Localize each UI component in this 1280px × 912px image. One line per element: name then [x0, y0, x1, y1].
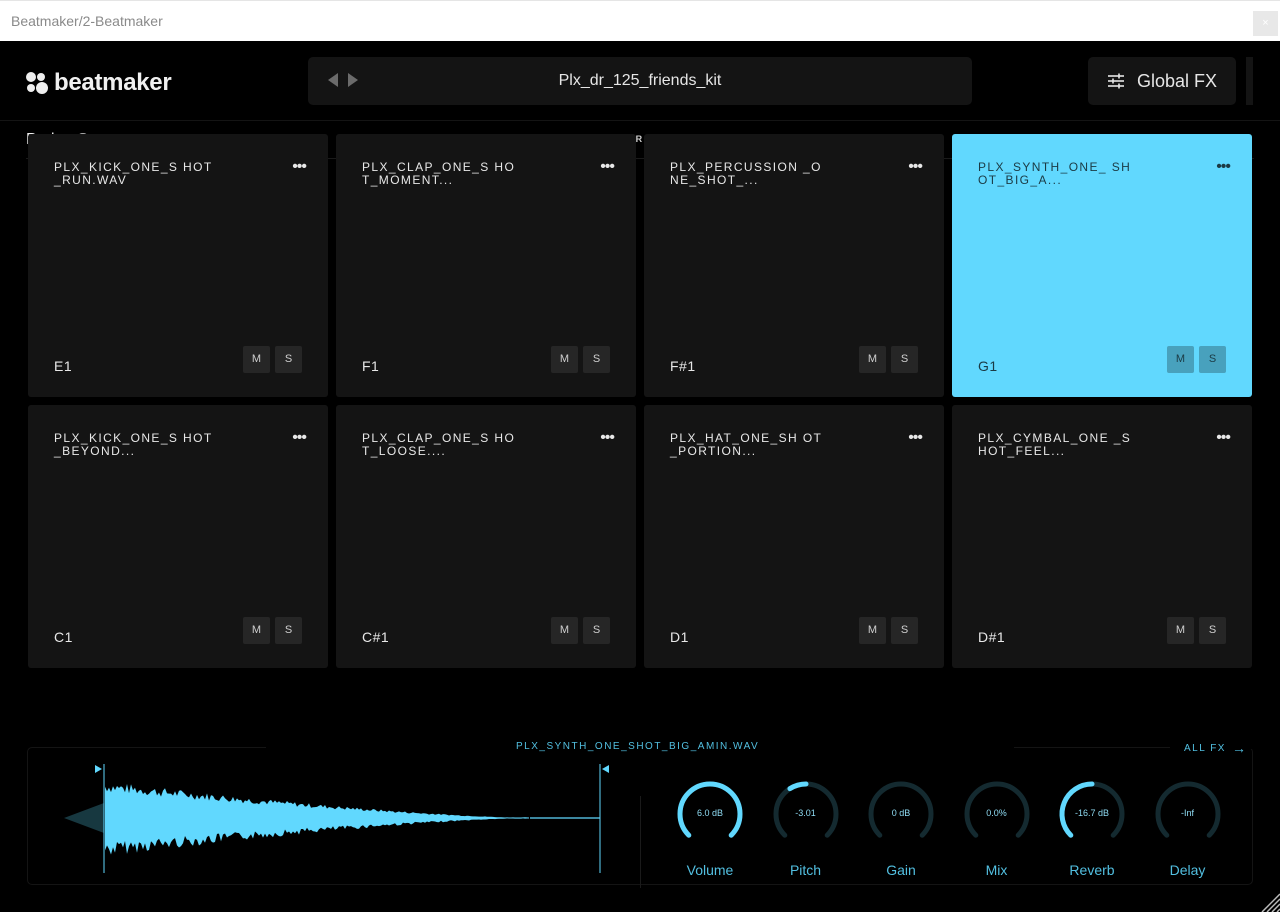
pad-note: E1	[54, 358, 73, 374]
logo: beatmaker	[26, 69, 172, 97]
mute-button[interactable]: M	[551, 617, 578, 644]
knob-value: -16.7 dB	[1074, 808, 1110, 818]
knob-value: 0 dB	[891, 808, 911, 818]
pad-note: D#1	[978, 629, 1006, 645]
more-options-icon[interactable]: •••	[908, 430, 923, 446]
sample-file-name: PLX_SYNTH_ONE_SHOT_BIG_AMIN.WAV	[516, 741, 760, 752]
knob-label: Pitch	[789, 862, 822, 878]
pad-2[interactable]: PLX_CLAP_ONE_S HOT_MOMENT... ••• F1 M S	[336, 134, 636, 397]
knob-gain[interactable]: 0 dB Gain	[861, 774, 941, 878]
sample-start-handle-icon	[95, 765, 102, 773]
knob-value: -Inf	[1180, 808, 1194, 818]
global-fx-button[interactable]: Global FX	[1088, 57, 1236, 105]
pad-1[interactable]: PLX_KICK_ONE_S HOT_RUN.WAV ••• E1 M S	[28, 134, 328, 397]
waveform-preroll	[64, 803, 104, 833]
pad-4[interactable]: PLX_SYNTH_ONE_ SHOT_BIG_A... ••• G1 M S	[952, 134, 1252, 397]
knob-label: Reverb	[1069, 862, 1115, 878]
pad-note: C1	[54, 629, 73, 645]
pad-5[interactable]: PLX_KICK_ONE_S HOT_BEYOND... ••• C1 M S	[28, 405, 328, 668]
more-options-icon[interactable]: •••	[908, 159, 923, 175]
sliders-icon	[1107, 73, 1124, 89]
logo-text: beatmaker	[54, 69, 172, 96]
mute-button[interactable]: M	[1167, 346, 1194, 373]
pad-sample-name: PLX_KICK_ONE_S HOT_RUN.WAV	[54, 160, 213, 187]
pad-sample-name: PLX_CLAP_ONE_S HOT_LOOSE....	[362, 431, 516, 458]
mute-button[interactable]: M	[859, 617, 886, 644]
window-title: Beatmaker/2-Beatmaker	[11, 13, 163, 29]
mute-button[interactable]: M	[551, 346, 578, 373]
more-options-icon[interactable]: •••	[292, 430, 307, 446]
knob-value: 0.0%	[986, 808, 1007, 818]
mute-button[interactable]: M	[243, 346, 270, 373]
knob-label: Gain	[886, 862, 916, 878]
global-fx-label: Global FX	[1136, 70, 1218, 91]
knob-pitch[interactable]: -3.01 Pitch	[766, 774, 846, 878]
knob-volume[interactable]: 6.0 dB Volume	[670, 774, 750, 878]
knob-delay[interactable]: -Inf Delay	[1148, 774, 1228, 878]
mute-button[interactable]: M	[859, 346, 886, 373]
pad-7[interactable]: PLX_HAT_ONE_SH OT_PORTION... ••• D1 M S	[644, 405, 944, 668]
more-options-icon[interactable]: •••	[600, 159, 615, 175]
sample-end-handle-icon	[602, 765, 609, 773]
knob-fill	[786, 781, 808, 792]
knob-label: Delay	[1169, 862, 1206, 878]
pad-note: F1	[362, 358, 380, 374]
knob-value: -3.01	[795, 808, 816, 818]
solo-button[interactable]: S	[275, 346, 302, 373]
beatmaker-app: beatmaker Plx_dr_125_friends_kit Global …	[0, 41, 1280, 912]
window-close-button[interactable]: ×	[1253, 11, 1278, 36]
solo-button[interactable]: S	[1199, 617, 1226, 644]
pad-sample-name: PLX_PERCUSSION _ONE_SHOT_...	[670, 160, 822, 187]
window-titlebar: Beatmaker/2-Beatmaker ×	[0, 0, 1280, 41]
solo-button[interactable]: S	[891, 617, 918, 644]
all-fx-label: ALL FX	[1184, 742, 1226, 754]
mute-button[interactable]: M	[243, 617, 270, 644]
pad-sample-name: PLX_KICK_ONE_S HOT_BEYOND...	[54, 431, 213, 458]
header-divider	[0, 120, 1280, 121]
pad-sample-name: PLX_SYNTH_ONE_ SHOT_BIG_A...	[978, 160, 1132, 187]
arrow-right-icon: →	[1231, 740, 1246, 756]
kit-name: Plx_dr_125_friends_kit	[558, 72, 722, 89]
pad-note: G1	[978, 358, 998, 374]
panel-divider	[640, 796, 641, 888]
solo-button[interactable]: S	[583, 617, 610, 644]
pad-sample-name: PLX_CYMBAL_ONE _SHOT_FEEL...	[978, 431, 1132, 458]
pad-note: D1	[670, 629, 689, 645]
more-options-icon[interactable]: •••	[292, 159, 307, 175]
pad-note: C#1	[362, 629, 390, 645]
knob-label: Mix	[985, 862, 1008, 878]
pad-sample-name: PLX_HAT_ONE_SH OT_PORTION...	[670, 431, 823, 458]
solo-button[interactable]: S	[891, 346, 918, 373]
logo-dots-icon	[26, 72, 48, 94]
pad-8[interactable]: PLX_CYMBAL_ONE _SHOT_FEEL... ••• D#1 M S	[952, 405, 1252, 668]
pad-sample-name: PLX_CLAP_ONE_S HOT_MOMENT...	[362, 160, 516, 187]
mute-button[interactable]: M	[1167, 617, 1194, 644]
pad-3[interactable]: PLX_PERCUSSION _ONE_SHOT_... ••• F#1 M S	[644, 134, 944, 397]
solo-button[interactable]: S	[583, 346, 610, 373]
waveform-body	[105, 784, 529, 855]
pad-6[interactable]: PLX_CLAP_ONE_S HOT_LOOSE.... ••• C#1 M S	[336, 405, 636, 668]
knob-reverb[interactable]: -16.7 dB Reverb	[1052, 774, 1132, 878]
pad-note: F#1	[670, 358, 696, 374]
waveform-display[interactable]	[50, 761, 610, 876]
kit-selector[interactable]: Plx_dr_125_friends_kit	[308, 57, 972, 105]
knob-mix[interactable]: 0.0% Mix	[957, 774, 1037, 878]
knob-label: Volume	[686, 862, 734, 878]
solo-button[interactable]: S	[1199, 346, 1226, 373]
resize-grip-icon[interactable]	[1258, 890, 1280, 912]
all-fx-link[interactable]: ALL FX →	[1184, 740, 1246, 756]
more-options-icon[interactable]: •••	[1216, 159, 1231, 175]
knob-value: 6.0 dB	[696, 808, 724, 818]
more-options-icon[interactable]: •••	[600, 430, 615, 446]
solo-button[interactable]: S	[275, 617, 302, 644]
side-panel-handle[interactable]	[1246, 57, 1253, 105]
more-options-icon[interactable]: •••	[1216, 430, 1231, 446]
